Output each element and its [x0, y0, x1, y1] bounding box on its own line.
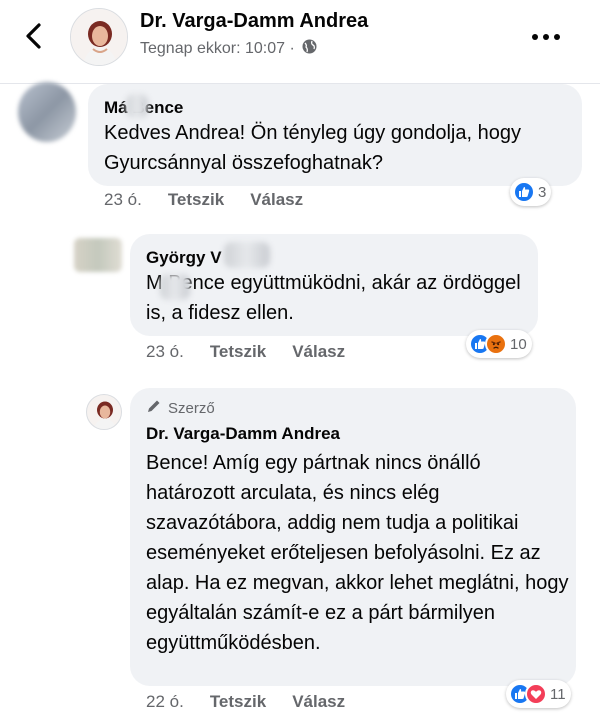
comment-text: Kedves Andrea! Ön tényleg úgy gondolja, … [104, 122, 521, 174]
comment-author[interactable]: Dr. Varga-Damm Andrea [146, 424, 340, 444]
like-button[interactable]: Tetszik [210, 342, 266, 362]
comment-text: Bence! Amíg egy pártnak nincs önálló hat… [146, 452, 569, 654]
love-reaction-icon [525, 683, 547, 705]
comment-author[interactable]: György V [146, 248, 222, 268]
comment-time[interactable]: 23 ó. [104, 190, 142, 210]
pencil-icon [146, 398, 162, 418]
author-badge-label: Szerző [168, 399, 215, 417]
more-options-icon[interactable] [530, 30, 580, 42]
author-avatar[interactable] [70, 8, 128, 66]
globe-icon [301, 38, 318, 60]
redaction-blur [224, 242, 270, 268]
reaction-count: 11 [550, 685, 566, 703]
post-timestamp[interactable]: Tegnap ekkor: 10:07 · [140, 40, 295, 58]
author-reply-avatar[interactable] [86, 394, 122, 430]
like-button[interactable]: Tetszik [210, 692, 266, 712]
reply-button[interactable]: Válasz [250, 190, 303, 210]
comment-actions: 23 ó. Tetszik Válasz [146, 342, 345, 362]
comment-bubble: Má Bence Kedves Andrea! Ön tényleg úgy g… [88, 84, 582, 186]
comment-bubble: György V M Bence együttmüködni, akár az … [130, 234, 538, 336]
comment-actions: 22 ó. Tetszik Válasz [146, 692, 345, 712]
back-arrow-icon[interactable] [18, 20, 50, 52]
comment-time[interactable]: 23 ó. [146, 342, 184, 362]
commenter-avatar[interactable] [74, 238, 122, 272]
reaction-count: 3 [538, 183, 547, 201]
comment-time[interactable]: 22 ó. [146, 692, 184, 712]
reaction-summary[interactable]: 11 [506, 680, 571, 708]
author-name[interactable]: Dr. Varga-Damm Andrea [140, 10, 368, 33]
post-header: Dr. Varga-Damm Andrea Tegnap ekkor: 10:0… [0, 0, 600, 84]
comment-actions: 23 ó. Tetszik Válasz [104, 190, 303, 210]
comment-bubble: Szerző Dr. Varga-Damm Andrea Bence! Amíg… [130, 388, 576, 686]
angry-reaction-icon [485, 333, 507, 355]
post-meta: Tegnap ekkor: 10:07 · [140, 38, 318, 60]
reaction-summary[interactable]: 10 [466, 330, 532, 358]
comment-text: M Bence együttmüködni, akár az ördöggel … [146, 272, 521, 324]
like-button[interactable]: Tetszik [168, 190, 224, 210]
reaction-summary[interactable]: 3 [510, 178, 552, 206]
author-badge: Szerző [146, 398, 215, 418]
reaction-count: 10 [510, 335, 527, 353]
commenter-avatar[interactable] [18, 82, 76, 142]
like-reaction-icon [513, 181, 535, 203]
reply-button[interactable]: Válasz [292, 342, 345, 362]
redaction-blur [126, 94, 148, 118]
reply-button[interactable]: Válasz [292, 692, 345, 712]
redaction-blur [160, 274, 190, 300]
